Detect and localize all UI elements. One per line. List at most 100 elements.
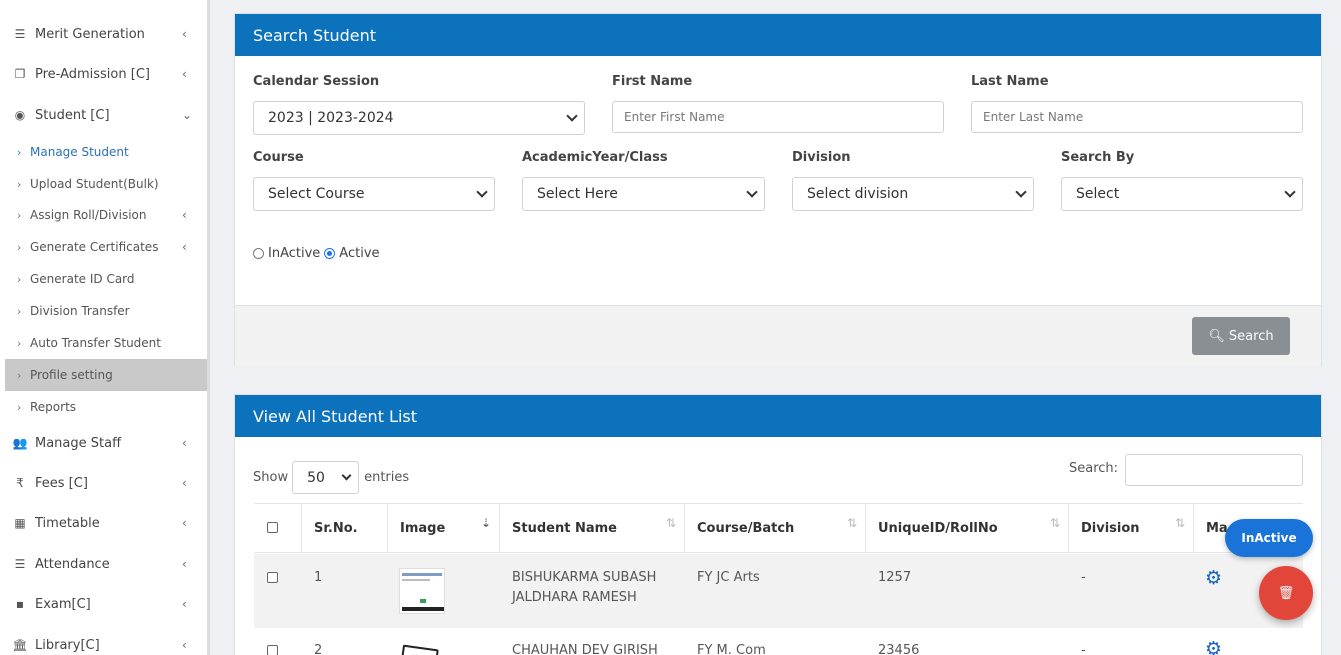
sidebar-item-timetable[interactable]: ▦ Timetable ‹ xyxy=(0,511,207,535)
sidebar-item-fees[interactable]: ₹ Fees [C] ‹ xyxy=(0,471,207,495)
inactive-radio-label: InActive xyxy=(268,246,321,261)
chevron-left-icon: ‹ xyxy=(182,516,187,530)
inactive-radio[interactable] xyxy=(253,248,264,259)
sidebar-item-attendance[interactable]: ☰ Attendance ‹ xyxy=(0,552,207,576)
sidebar-item-label: Library[C] xyxy=(35,637,100,653)
gear-icon[interactable]: ⚙ xyxy=(1205,567,1222,589)
column-header-image[interactable]: Image ⇣ xyxy=(388,503,500,553)
select-value: Select xyxy=(1076,186,1120,202)
sidebar-item-label: Timetable xyxy=(35,515,100,531)
sort-icon: ⇅ xyxy=(665,516,676,530)
academic-year-select[interactable]: Select Here xyxy=(522,177,765,211)
student-name-line: BISHUKARMA SUBASH xyxy=(512,570,657,585)
chevron-left-icon: ‹ xyxy=(182,240,187,254)
sidebar-item-student[interactable]: ◉ Student [C] ⌄ xyxy=(0,103,207,127)
row-division: - xyxy=(1081,570,1086,585)
sidebar-subitem-label: Reports xyxy=(30,400,77,414)
sidebar-item-manage-staff[interactable]: 👥 Manage Staff ‹ xyxy=(0,431,207,455)
card-title: Search Student xyxy=(235,14,1321,56)
calendar-session-label: Calendar Session xyxy=(253,74,380,89)
calendar-session-select[interactable]: 2023 | 2023-2024 xyxy=(253,101,585,135)
sidebar-subitem-label: Profile setting xyxy=(30,368,113,382)
sidebar: ☰ Merit Generation ‹ ❐ Pre-Admission [C]… xyxy=(0,0,207,655)
chevron-right-icon: › xyxy=(17,145,22,159)
search-by-select[interactable]: Select xyxy=(1061,177,1303,211)
column-header-label: Ma xyxy=(1206,520,1228,536)
inactive-button[interactable]: InActive xyxy=(1225,519,1313,557)
division-label: Division xyxy=(792,150,851,165)
sidebar-item-label: Attendance xyxy=(35,556,110,572)
last-name-input[interactable] xyxy=(971,101,1303,133)
entries-label: entries xyxy=(364,470,410,485)
first-name-input[interactable] xyxy=(612,101,944,133)
row-checkbox[interactable] xyxy=(267,645,278,655)
sidebar-item-library[interactable]: 🏛 Library[C] ‹ xyxy=(0,633,207,655)
column-header-division[interactable]: Division ⇅ xyxy=(1069,503,1194,553)
sidebar-subitem-generate-certificates[interactable]: › Generate Certificates ‹ xyxy=(5,231,207,263)
sidebar-item-label: Student [C] xyxy=(35,107,110,123)
row-course: FY JC Arts xyxy=(697,570,760,585)
bank-icon: 🏛 xyxy=(12,638,28,652)
sidebar-subitem-profile-setting[interactable]: › Profile setting xyxy=(5,359,207,391)
row-srno: 2 xyxy=(314,643,323,655)
column-header-course[interactable]: Course/Batch ⇅ xyxy=(685,503,866,553)
sort-icon: ⇅ xyxy=(1049,516,1060,530)
column-header-student-name[interactable]: Student Name ⇅ xyxy=(500,503,685,553)
sidebar-subitem-label: Division Transfer xyxy=(30,304,130,318)
gear-icon[interactable]: ⚙ xyxy=(1205,638,1222,655)
chevron-left-icon: ‹ xyxy=(182,208,187,222)
table-row: 2 CHAUHAN DEV GIRISH FY M. Com 23456 - ⚙ xyxy=(254,629,1303,655)
sidebar-subitem-upload-student[interactable]: › Upload Student(Bulk) xyxy=(5,168,207,200)
sidebar-item-merit-generation[interactable]: ☰ Merit Generation ‹ xyxy=(0,22,207,46)
chevron-right-icon: › xyxy=(17,304,22,318)
chevron-right-icon: › xyxy=(17,272,22,286)
course-select[interactable]: Select Course xyxy=(253,177,495,211)
student-photo xyxy=(401,644,439,655)
active-radio-label: Active xyxy=(339,246,380,261)
search-icon: 🔍︎ xyxy=(1208,328,1225,344)
sidebar-subitem-label: Upload Student(Bulk) xyxy=(30,177,159,191)
select-all-checkbox[interactable] xyxy=(267,522,278,533)
sidebar-item-pre-admission[interactable]: ❐ Pre-Admission [C] ‹ xyxy=(0,62,207,86)
chevron-right-icon: › xyxy=(17,177,22,191)
column-header-label: Sr.No. xyxy=(314,520,358,536)
sidebar-subitem-label: Generate Certificates xyxy=(30,240,159,254)
search-by-label: Search By xyxy=(1061,150,1135,165)
table-search-input[interactable] xyxy=(1125,454,1303,486)
sidebar-subitem-generate-id-card[interactable]: › Generate ID Card xyxy=(5,263,207,295)
sidebar-subitem-auto-transfer[interactable]: › Auto Transfer Student xyxy=(5,327,207,359)
column-header-srno[interactable]: Sr.No. xyxy=(302,503,388,553)
column-header-uniqueid[interactable]: UniqueID/RollNo ⇅ xyxy=(866,503,1069,553)
division-select[interactable]: Select division xyxy=(792,177,1034,211)
chevron-right-icon: › xyxy=(17,336,22,350)
sidebar-item-label: Manage Staff xyxy=(35,435,122,451)
card-title: View All Student List xyxy=(235,395,1321,437)
sidebar-subitem-label: Auto Transfer Student xyxy=(30,336,161,350)
row-uniqueid: 23456 xyxy=(878,643,920,655)
sidebar-subitem-manage-student[interactable]: › Manage Student xyxy=(5,136,207,168)
table-search-label: Search: xyxy=(1069,461,1119,476)
select-value: Select Here xyxy=(537,186,618,202)
search-button[interactable]: 🔍︎ Search xyxy=(1192,317,1290,355)
entries-select[interactable]: 50 xyxy=(292,461,360,494)
sort-icon: ⇅ xyxy=(1174,516,1185,530)
chevron-down-icon xyxy=(1284,186,1296,198)
note-icon: ▪ xyxy=(15,597,25,611)
active-radio[interactable] xyxy=(324,248,336,259)
row-checkbox[interactable] xyxy=(267,572,278,583)
column-header-label: UniqueID/RollNo xyxy=(878,520,998,536)
sidebar-subitem-division-transfer[interactable]: › Division Transfer xyxy=(5,295,207,327)
select-value: Select division xyxy=(807,186,909,202)
sidebar-item-exam[interactable]: ▪ Exam[C] ‹ xyxy=(0,592,207,616)
column-header-label: Division xyxy=(1081,520,1140,536)
chevron-left-icon: ‹ xyxy=(182,67,187,81)
student-photo xyxy=(399,568,445,614)
sidebar-subitem-assign-roll[interactable]: › Assign Roll/Division ‹ xyxy=(5,199,207,231)
row-student-name: CHAUHAN DEV GIRISH xyxy=(512,643,658,655)
delete-button[interactable]: 🗑 xyxy=(1259,566,1313,620)
sidebar-subitem-label: Assign Roll/Division xyxy=(30,208,147,222)
row-division: - xyxy=(1081,643,1086,655)
sidebar-subitem-reports[interactable]: › Reports xyxy=(5,391,207,423)
chevron-left-icon: ‹ xyxy=(182,436,187,450)
rupee-icon: ₹ xyxy=(16,476,24,490)
